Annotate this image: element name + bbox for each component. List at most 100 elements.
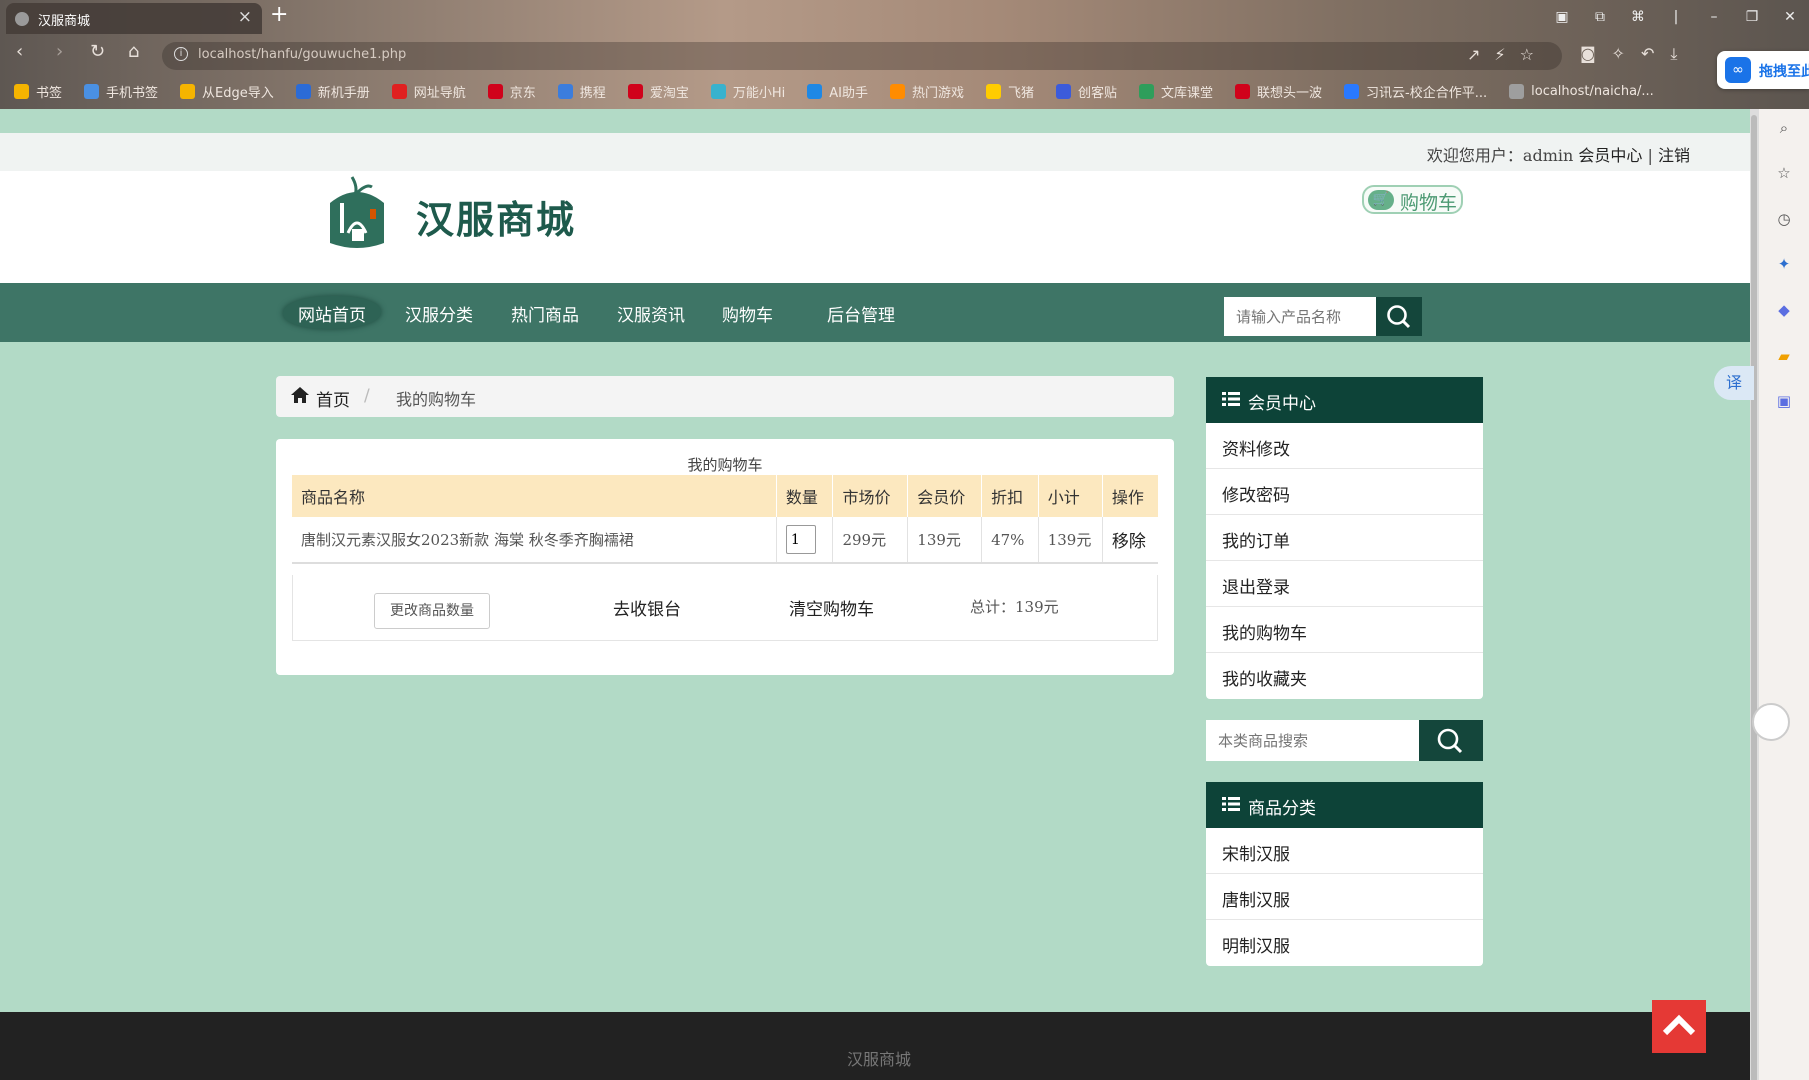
logout-link[interactable]: 注销: [1658, 146, 1690, 165]
download-icon[interactable]: ⤓: [1670, 44, 1693, 63]
bookmark-item[interactable]: 文库课堂: [1139, 80, 1213, 102]
lightning-icon[interactable]: ⚡: [1494, 45, 1519, 64]
bookmark-icon: [985, 83, 1001, 99]
category-title: 商品分类: [1248, 799, 1316, 819]
table-row: 唐制汉元素汉服女2023新款 海棠 秋冬季齐胸襦裙 299元 139元 47% …: [292, 517, 1158, 564]
nav-cart[interactable]: 购物车: [722, 301, 773, 326]
member-item-password[interactable]: 修改密码: [1206, 469, 1483, 515]
member-item-cart[interactable]: 我的购物车: [1206, 607, 1483, 653]
site-info-icon[interactable]: i: [174, 47, 188, 61]
home-icon[interactable]: ⌂: [128, 41, 139, 62]
bookmark-label: 联想头一波: [1257, 85, 1323, 101]
col-header-subtotal: 小计: [1038, 475, 1103, 517]
bookmarks-bar: 书签 手机书签 从Edge导入 新机手册 网址导航 京东 携程 爱淘宝 万能小Hi AI助手 热门游…: [14, 80, 1654, 102]
page-scrollbar[interactable]: [1750, 109, 1758, 1080]
bookmark-item[interactable]: 习讯云-校企合作平...: [1344, 80, 1487, 102]
history-icon[interactable]: ◷: [1773, 208, 1795, 230]
bookmark-item[interactable]: 新机手册: [295, 80, 370, 102]
bookmark-item[interactable]: 创客贴: [1055, 80, 1117, 102]
nav-home[interactable]: 网站首页: [298, 301, 366, 326]
bookmark-item[interactable]: 万能小Hi: [710, 80, 785, 102]
category-item-tang[interactable]: 唐制汉服: [1206, 874, 1483, 920]
product-search-input[interactable]: [1224, 297, 1376, 336]
browser-tab[interactable]: 汉服商城 ×: [6, 3, 262, 34]
clear-cart-link[interactable]: 清空购物车: [789, 595, 874, 620]
bookmark-item[interactable]: 从Edge导入: [180, 80, 274, 102]
update-quantity-button[interactable]: 更改商品数量: [374, 593, 490, 629]
member-item-logout[interactable]: 退出登录: [1206, 561, 1483, 607]
nav-news[interactable]: 汉服资讯: [617, 301, 685, 326]
translate-icon[interactable]: ▣: [1773, 390, 1795, 412]
category-item-ming[interactable]: 明制汉服: [1206, 920, 1483, 966]
extensions-icon[interactable]: ⌘: [1619, 0, 1657, 34]
back-icon[interactable]: ‹: [16, 41, 23, 62]
member-center-link[interactable]: 会员中心: [1578, 146, 1642, 165]
member-item-orders[interactable]: 我的订单: [1206, 515, 1483, 561]
puzzle-icon[interactable]: ✧: [1612, 44, 1641, 63]
game-icon[interactable]: ◆: [1773, 299, 1795, 321]
close-window-icon[interactable]: ✕: [1771, 0, 1809, 34]
reload-icon[interactable]: ↻: [90, 41, 105, 62]
scrollbar-thumb[interactable]: [1751, 115, 1757, 1080]
address-bar[interactable]: i localhost/hanfu/gouwuche1.php ↗⚡☆: [162, 42, 1562, 70]
bookmark-item[interactable]: 联想头一波: [1235, 80, 1322, 102]
restore-icon[interactable]: ❐: [1733, 0, 1771, 34]
cart-button[interactable]: 🛒 购物车: [1362, 185, 1463, 214]
category-search-input[interactable]: [1206, 720, 1419, 761]
bookmark-item[interactable]: 京东: [487, 80, 536, 102]
product-search-button[interactable]: [1376, 297, 1422, 336]
bookmark-item[interactable]: AI助手: [807, 80, 868, 102]
nav-hot-products[interactable]: 热门商品: [511, 301, 579, 326]
quantity-input[interactable]: [785, 525, 816, 554]
bookmark-item[interactable]: 热门游戏: [889, 80, 964, 102]
back-to-top-button[interactable]: [1652, 1000, 1706, 1053]
bookmark-item[interactable]: 手机书签: [84, 80, 158, 102]
translate-float-button[interactable]: 译: [1714, 366, 1754, 400]
close-tab-icon[interactable]: ×: [238, 7, 252, 27]
search-icon[interactable]: ⌕: [1773, 117, 1795, 139]
bookmark-label: 书签: [36, 85, 63, 101]
share-icon[interactable]: ↗: [1467, 45, 1494, 64]
bookmark-item[interactable]: 书签: [14, 80, 62, 102]
col-header-name: 商品名称: [292, 475, 777, 517]
breadcrumb-home-link[interactable]: 首页: [316, 386, 350, 411]
toolbox-icon[interactable]: ▰: [1773, 345, 1795, 367]
bookmark-label: 从Edge导入: [202, 85, 274, 101]
member-item-profile[interactable]: 资料修改: [1206, 423, 1483, 469]
drag-to-save-button[interactable]: ∞ 拖拽至此: [1717, 51, 1809, 89]
site-logo-icon[interactable]: [322, 173, 392, 251]
member-item-favorites[interactable]: 我的收藏夹: [1206, 653, 1483, 699]
remove-item-link[interactable]: 移除: [1112, 532, 1146, 552]
product-name[interactable]: 唐制汉元素汉服女2023新款 海棠 秋冬季齐胸襦裙: [292, 517, 777, 564]
member-center-header: 会员中心: [1206, 377, 1483, 423]
bookmark-item[interactable]: 爱淘宝: [627, 80, 689, 102]
undo-icon[interactable]: ↶: [1641, 44, 1670, 63]
bookmark-label: 热门游戏: [911, 85, 964, 101]
category-item-song[interactable]: 宋制汉服: [1206, 828, 1483, 874]
minimize-icon[interactable]: –: [1695, 0, 1733, 34]
favorites-icon[interactable]: ☆: [1773, 162, 1795, 184]
nav-categories[interactable]: 汉服分类: [405, 301, 473, 326]
nav-admin[interactable]: 后台管理: [827, 301, 895, 326]
tab-search-icon[interactable]: ⧉: [1581, 0, 1619, 34]
bookmark-item[interactable]: localhost/naicha/...: [1509, 80, 1654, 102]
cart-table: 商品名称 数量 市场价 会员价 折扣 小计 操作 唐制汉元素汉服女2023新款 …: [292, 475, 1158, 564]
bookmark-item[interactable]: 网址导航: [391, 80, 466, 102]
assistant-avatar-icon[interactable]: [1752, 703, 1790, 741]
category-search-button[interactable]: [1419, 720, 1483, 761]
ai-icon[interactable]: ✦: [1773, 253, 1795, 275]
bookmark-item[interactable]: 飞猪: [985, 80, 1034, 102]
bookmark-icon: [84, 83, 100, 99]
bookmark-label: 创客贴: [1077, 85, 1117, 101]
checkout-link[interactable]: 去收银台: [613, 595, 681, 620]
star-icon[interactable]: ☆: [1520, 45, 1548, 64]
forward-icon[interactable]: ›: [56, 41, 63, 62]
new-tab-icon[interactable]: +: [270, 2, 288, 27]
bookmark-icon: [807, 83, 823, 99]
list-icon: [1222, 392, 1240, 406]
bookmark-item[interactable]: 携程: [557, 80, 606, 102]
browser-chrome: 汉服商城 × + ▣ ⧉ ⌘ | – ❐ ✕ ‹ › ↻ ⌂ i localho…: [0, 0, 1809, 109]
page: 欢迎您用户：admin 会员中心 | 注销 汉服商城 🛒 购物车 网站首页 汉服…: [0, 109, 1750, 1080]
reading-mode-icon[interactable]: ▣: [1543, 0, 1581, 34]
extension-icon[interactable]: ◙: [1580, 44, 1612, 63]
